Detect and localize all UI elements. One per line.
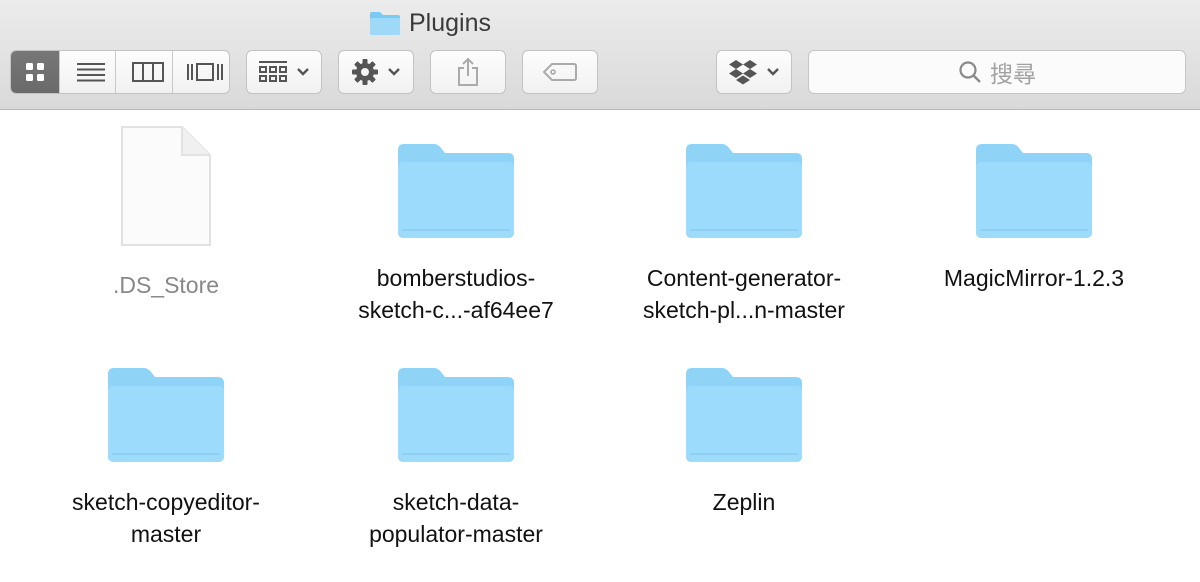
tag-icon <box>542 63 577 81</box>
folder-item-bomberstudios[interactable]: bomberstudios- sketch-c...-af64ee7 <box>326 142 586 326</box>
share-icon <box>458 57 478 86</box>
action-button[interactable] <box>338 50 414 94</box>
search-field[interactable]: 搜尋 <box>808 50 1186 94</box>
folder-item-zeplin[interactable]: Zeplin <box>614 366 874 518</box>
dropbox-button[interactable] <box>716 50 792 94</box>
group-by-button[interactable] <box>246 50 322 94</box>
window-title-text: Plugins <box>409 8 491 37</box>
file-name: sketch-copyeditor- master <box>72 489 260 547</box>
icon-view-icon <box>25 63 44 81</box>
cover-flow-view-icon <box>186 63 223 81</box>
folder-icon <box>108 368 224 462</box>
folder-icon <box>686 368 802 462</box>
chevron-down-icon <box>767 68 779 76</box>
folder-item-sketch-copyeditor[interactable]: sketch-copyeditor- master <box>36 366 296 550</box>
grid-arrange-icon <box>259 61 287 82</box>
folder-icon <box>976 144 1092 238</box>
file-name: bomberstudios- sketch-c...-af64ee7 <box>358 265 554 323</box>
share-button[interactable] <box>430 50 506 94</box>
toolbar: Plugins 搜尋 <box>0 0 1200 110</box>
dropbox-icon <box>729 60 757 85</box>
file-name: MagicMirror-1.2.3 <box>943 265 1125 291</box>
folder-icon <box>370 12 400 35</box>
column-view-icon <box>131 62 164 82</box>
edit-tags-button[interactable] <box>522 50 598 94</box>
list-view-button[interactable] <box>68 51 117 93</box>
column-view-button[interactable] <box>124 51 173 93</box>
search-placeholder: 搜尋 <box>990 61 1036 87</box>
folder-icon <box>398 144 514 238</box>
folder-item-sketch-data-populator[interactable]: sketch-data- populator-master <box>326 366 586 550</box>
folder-item-magicmirror[interactable]: MagicMirror-1.2.3 <box>904 142 1164 294</box>
document-icon <box>121 126 211 246</box>
chevron-down-icon <box>388 68 400 76</box>
file-name: .DS_Store <box>112 272 220 298</box>
folder-icon <box>398 368 514 462</box>
folder-icon <box>686 144 802 238</box>
chevron-down-icon <box>297 68 309 76</box>
view-mode-segmented-control[interactable] <box>10 50 230 94</box>
list-view-icon <box>77 63 106 82</box>
file-name: sketch-data- populator-master <box>369 489 543 547</box>
file-item-ds-store[interactable]: .DS_Store <box>36 125 296 301</box>
file-name: Zeplin <box>712 489 776 515</box>
search-icon <box>959 61 981 83</box>
icon-view-button[interactable] <box>11 51 60 93</box>
file-name: Content-generator- sketch-pl...n-master <box>643 265 845 323</box>
cover-flow-view-button[interactable] <box>181 51 229 93</box>
gear-icon <box>352 59 378 85</box>
window-title: Plugins <box>0 6 1030 40</box>
folder-item-content-generator[interactable]: Content-generator- sketch-pl...n-master <box>614 142 874 326</box>
